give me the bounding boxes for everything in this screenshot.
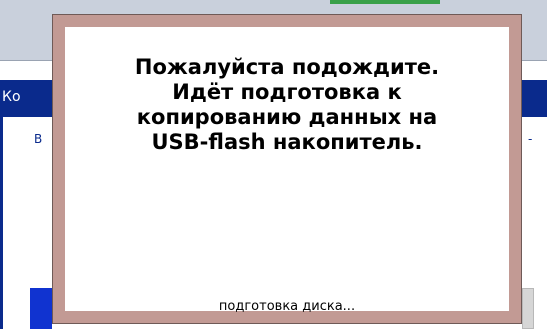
wait-message-line: копированию данных на	[136, 105, 438, 129]
status-text: подготовка диска...	[218, 299, 356, 314]
wait-dialog-content: Пожалуйста подождите. Идёт подготовка к …	[65, 27, 509, 314]
background-body-text-right: -	[528, 132, 533, 146]
background-right-button[interactable]	[522, 288, 534, 329]
wait-message: Пожалуйста подождите. Идёт подготовка к …	[65, 55, 509, 155]
background-left-border	[0, 117, 3, 329]
wait-dialog: Пожалуйста подождите. Идёт подготовка к …	[52, 14, 522, 324]
wait-message-line: Пожалуйста подождите.	[134, 55, 440, 79]
background-window-title: Ко	[2, 89, 21, 105]
background-body-text: В	[34, 132, 43, 146]
background-blue-button[interactable]	[30, 288, 52, 329]
wait-message-line: USB-flash накопитель.	[151, 130, 423, 154]
wait-message-line: Идёт подготовка к	[172, 80, 402, 104]
background-header-accent	[330, 0, 440, 4]
